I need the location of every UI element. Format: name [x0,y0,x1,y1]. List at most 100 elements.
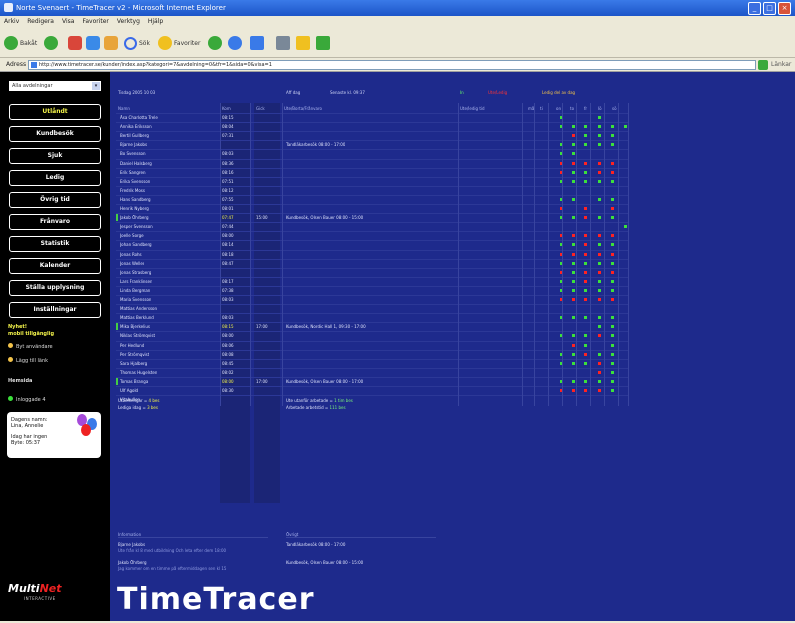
media-button[interactable] [208,34,224,52]
employee-name: Jonas Strasberg [120,269,152,275]
table-row[interactable]: Johan Sandberg 08:14 [116,240,628,249]
forward-button[interactable] [44,34,60,52]
ie-icon [4,3,13,12]
table-row[interactable]: Per Hedlund 08:06 [116,340,628,350]
day-absent-mark [584,252,587,256]
table-row[interactable]: Sara Hjalberg 08:45 [116,358,628,368]
maximize-button[interactable]: □ [763,2,776,15]
employee-name: Niklas Strömqvist [120,333,156,339]
table-row[interactable]: Vitabullen [116,395,628,404]
menu-edit[interactable]: Redigera [27,16,54,28]
col-out[interactable]: Gick [256,106,265,111]
nav-statistics[interactable]: Statistik [9,236,101,252]
back-button[interactable]: Bakåt [4,34,37,52]
col-note[interactable]: Ute/Borta/Frånvaro [284,106,322,111]
table-row[interactable]: Joelle Sorge 08:00 [116,231,628,240]
nav-absence[interactable]: Frånvaro [9,214,101,230]
day-absent-mark [598,252,601,256]
menu-tools[interactable]: Verktyg [117,16,140,28]
table-row[interactable]: Mattias Andersson [116,304,628,313]
nav-settings[interactable]: Inställningar [9,302,101,318]
links-toolbar[interactable]: Länkar [771,61,791,68]
col-in[interactable]: Kom [222,106,231,111]
menu-favorites[interactable]: Favoriter [82,16,108,28]
check-in-time: 08:18 [222,251,234,257]
table-row[interactable]: Lars Franklinsen 08:17 [116,276,628,286]
nav-lunch[interactable]: Utlåndt [9,104,101,120]
table-row[interactable]: Erik Sangren 08:16 [116,167,628,177]
stop-button[interactable] [68,34,84,52]
table-row[interactable]: Jesper Svensson 07:44 [116,222,628,231]
table-row[interactable]: Åsa Charlotta Trele 08:15 [116,113,628,122]
table-row[interactable]: Erika Svensson 07:51 [116,176,628,186]
employee-name: Johan Sandberg [120,242,152,248]
table-row[interactable]: Mika Bjerkelius 08:15 17:00 Kundbesök, Nord… [116,322,628,331]
address-input[interactable]: http://www.timetracer.se/kunder/index.as… [28,60,756,70]
menu-file[interactable]: Arkiv [4,16,19,28]
nav-customer-visit[interactable]: Kundbesök [9,126,101,142]
check-in-time: 08:01 [222,206,234,211]
promo-text[interactable]: mobil tillgänglig [8,331,54,338]
table-row[interactable]: Linda Bergman 07:38 [116,285,628,295]
timetracer-logo: TimeTracer [117,582,315,617]
search-button[interactable]: Sök [124,34,150,52]
table-row[interactable]: Jonas Rohs 08:18 [116,249,628,259]
table-row[interactable]: Jonas Strasberg [116,267,628,277]
switch-user-link[interactable]: Byt användare [8,343,53,351]
employee-name: Thomas Hugelsten [120,369,158,375]
nav-leave[interactable]: Ledig [9,170,101,186]
check-in-time: 08:17 [222,278,234,284]
table-row[interactable]: Henrik Nyberg 08:01 [116,204,628,213]
table-row[interactable]: Bo Svensson 08:03 [116,149,628,158]
refresh-button[interactable] [86,34,102,52]
history-button[interactable] [228,34,244,52]
day-present-mark [584,361,587,365]
check-in-time: 08:00 [222,333,234,339]
favorites-button[interactable]: Favoriter [158,34,200,52]
table-row[interactable]: Fredrik Moss 08:12 [116,185,628,195]
col-name[interactable]: Namn [118,106,130,111]
nav-status-info[interactable]: Ställa upplysning [9,280,101,296]
table-row[interactable]: Bjarne Jakobs Tandläkarbesök 08:00 - 17:0… [116,140,628,149]
day-absent-mark [584,243,587,247]
table-row[interactable]: Niklas Strömqvist 08:00 [116,331,628,340]
table-row[interactable]: Thomas Hugelsten 08:02 [116,367,628,377]
home-section[interactable]: Hemsida [8,377,32,385]
col-leave[interactable]: Ute/ledig tid [460,106,485,111]
mail-button[interactable] [250,34,266,52]
grid-line [628,103,629,407]
table-row[interactable]: Hans Sandberg 07:55 [116,194,628,204]
other-item-1: Tandläkarbesök 08:00 - 17:00 [286,542,346,547]
table-row[interactable]: Tomas Branga 08:00 17:00 Kundbesök, Olsen B… [116,376,628,386]
print-button[interactable] [276,34,292,52]
add-link-link[interactable]: Lägg till länk [8,357,48,365]
table-row[interactable]: Jakob Öhrberg 07:47 15:00 Kundbesök, Olsen … [116,213,628,222]
table-row[interactable]: Bertil Gullberg 07:31 [116,131,628,140]
day-present-mark [611,261,614,265]
table-row[interactable]: Jonas Weller 08:47 [116,258,628,268]
home-button[interactable] [104,34,120,52]
table-row[interactable]: Daniel Halsberg 08:36 [116,158,628,168]
home-icon [104,36,118,50]
folder-button[interactable] [296,34,312,52]
messenger-button[interactable] [316,34,332,52]
go-button[interactable] [758,60,768,70]
table-row[interactable]: Per Strömqvist 08:08 [116,349,628,359]
table-row[interactable]: Maria Svensson 08:03 [116,295,628,304]
menu-help[interactable]: Hjälp [148,16,163,28]
minimize-button[interactable]: _ [748,2,761,15]
day-present-mark [572,216,575,220]
table-row[interactable]: Annika Eriksson 08:04 [116,122,628,131]
check-in-time: 08:00 [222,378,234,384]
grid-line [576,103,577,407]
table-row[interactable]: Ulf Agold 08:30 [116,386,628,395]
department-select[interactable]: Alla avdelningar ▾ [9,81,101,91]
day-absent-mark [598,389,601,392]
nav-calendar[interactable]: Kalender [9,258,101,274]
employee-name: Mattias Andersson [120,306,158,312]
table-row[interactable]: Mattias Berklund 08:03 [116,313,628,322]
menu-view[interactable]: Visa [62,16,74,28]
close-button[interactable]: × [778,2,791,15]
nav-sick[interactable]: Sjuk [9,148,101,164]
nav-other-time[interactable]: Övrig tid [9,192,101,208]
